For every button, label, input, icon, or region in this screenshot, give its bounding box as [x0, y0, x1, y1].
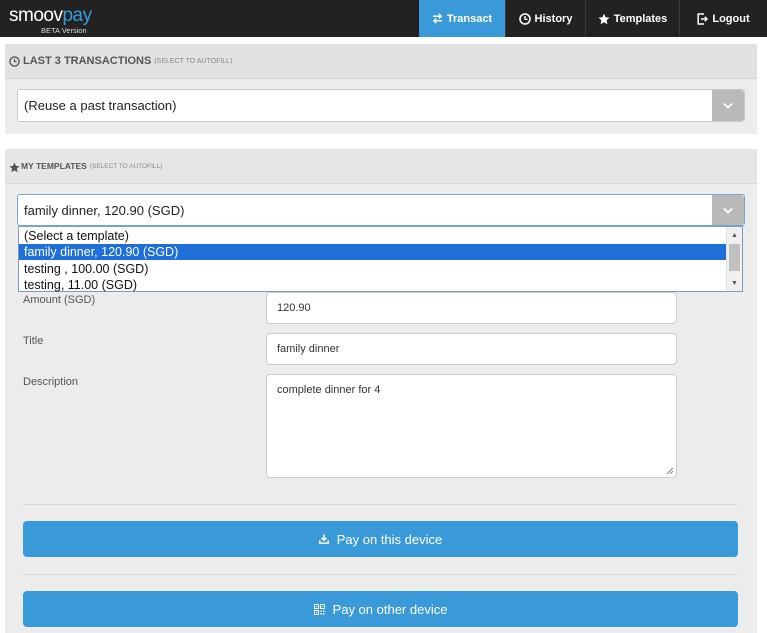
scroll-thumb[interactable]	[729, 244, 740, 271]
logo-subtitle: BETA Version	[41, 26, 87, 35]
title-label: Title	[23, 335, 44, 347]
title-input[interactable]: family dinner	[266, 333, 677, 365]
past-transaction-select[interactable]: (Reuse a past transaction)	[17, 89, 745, 122]
amount-input[interactable]: 120.90	[266, 292, 677, 324]
description-label: Description	[23, 376, 79, 388]
qr-code-icon	[313, 603, 325, 615]
nav-history[interactable]: History	[505, 0, 585, 37]
templates-header: MY TEMPLATES (SELECT TO AUTOFILL)	[5, 149, 757, 184]
last-transactions-header: LAST 3 TRANSACTIONS (SELECT TO AUTOFILL)	[5, 44, 757, 79]
options-scrollbar[interactable]: ▲ ▼	[726, 227, 742, 291]
star-icon	[598, 13, 610, 24]
clock-icon	[9, 55, 20, 67]
nav-templates-label: Templates	[613, 12, 668, 25]
star-icon	[9, 162, 20, 172]
title-value: family dinner	[277, 343, 340, 355]
last-transactions-title: LAST 3 TRANSACTIONS	[23, 55, 152, 67]
nav-history-label: History	[534, 12, 573, 25]
scroll-up-icon[interactable]: ▲	[727, 228, 742, 242]
app-logo[interactable]: smoovpay BETA Version	[9, 5, 92, 35]
divider	[23, 504, 738, 505]
clock-icon	[518, 12, 531, 25]
template-options-list[interactable]: (Select a template) family dinner, 120.9…	[18, 226, 743, 292]
download-icon	[318, 534, 329, 544]
last-transactions-hint: (SELECT TO AUTOFILL)	[154, 57, 233, 65]
template-select[interactable]: family dinner, 120.90 (SGD)	[17, 194, 745, 226]
pay-other-device-label: Pay on other device	[332, 601, 448, 617]
transfer-arrows-icon	[432, 13, 443, 24]
resize-handle-icon[interactable]	[666, 467, 674, 475]
logo-word-a: smoov	[9, 5, 63, 26]
pay-other-device-button[interactable]: Pay on other device	[23, 591, 738, 627]
template-select-value: family dinner, 120.90 (SGD)	[24, 202, 185, 218]
chevron-down-icon[interactable]	[712, 195, 744, 225]
scroll-down-icon[interactable]: ▼	[727, 276, 742, 290]
templates-title: MY TEMPLATES	[21, 161, 87, 171]
template-option[interactable]: testing , 100.00 (SGD)	[19, 261, 727, 277]
description-textarea[interactable]: complete dinner for 4	[266, 374, 677, 478]
amount-label: Amount (SGD)	[23, 294, 96, 306]
nav-logout[interactable]: Logout	[679, 0, 767, 37]
template-option[interactable]: testing, 11.00 (SGD)	[19, 277, 727, 293]
divider	[23, 574, 738, 575]
nav-transact[interactable]: Transact	[419, 0, 505, 37]
chevron-down-icon[interactable]	[712, 90, 744, 121]
nav-transact-label: Transact	[446, 12, 493, 25]
logout-icon	[697, 12, 709, 25]
pay-this-device-button[interactable]: Pay on this device	[23, 521, 738, 557]
nav-templates[interactable]: Templates	[585, 0, 679, 37]
template-option-selected[interactable]: family dinner, 120.90 (SGD)	[19, 244, 727, 260]
template-option[interactable]: (Select a template)	[19, 228, 727, 244]
navbar: smoovpay BETA Version Transact History T…	[0, 0, 767, 37]
description-value: complete dinner for 4	[277, 384, 381, 396]
past-transaction-select-value: (Reuse a past transaction)	[24, 98, 177, 113]
templates-hint: (SELECT TO AUTOFILL)	[89, 162, 163, 170]
nav-logout-label: Logout	[712, 12, 750, 25]
logo-word-b: pay	[62, 5, 92, 26]
pay-this-device-label: Pay on this device	[336, 531, 443, 547]
amount-value: 120.90	[277, 302, 311, 314]
